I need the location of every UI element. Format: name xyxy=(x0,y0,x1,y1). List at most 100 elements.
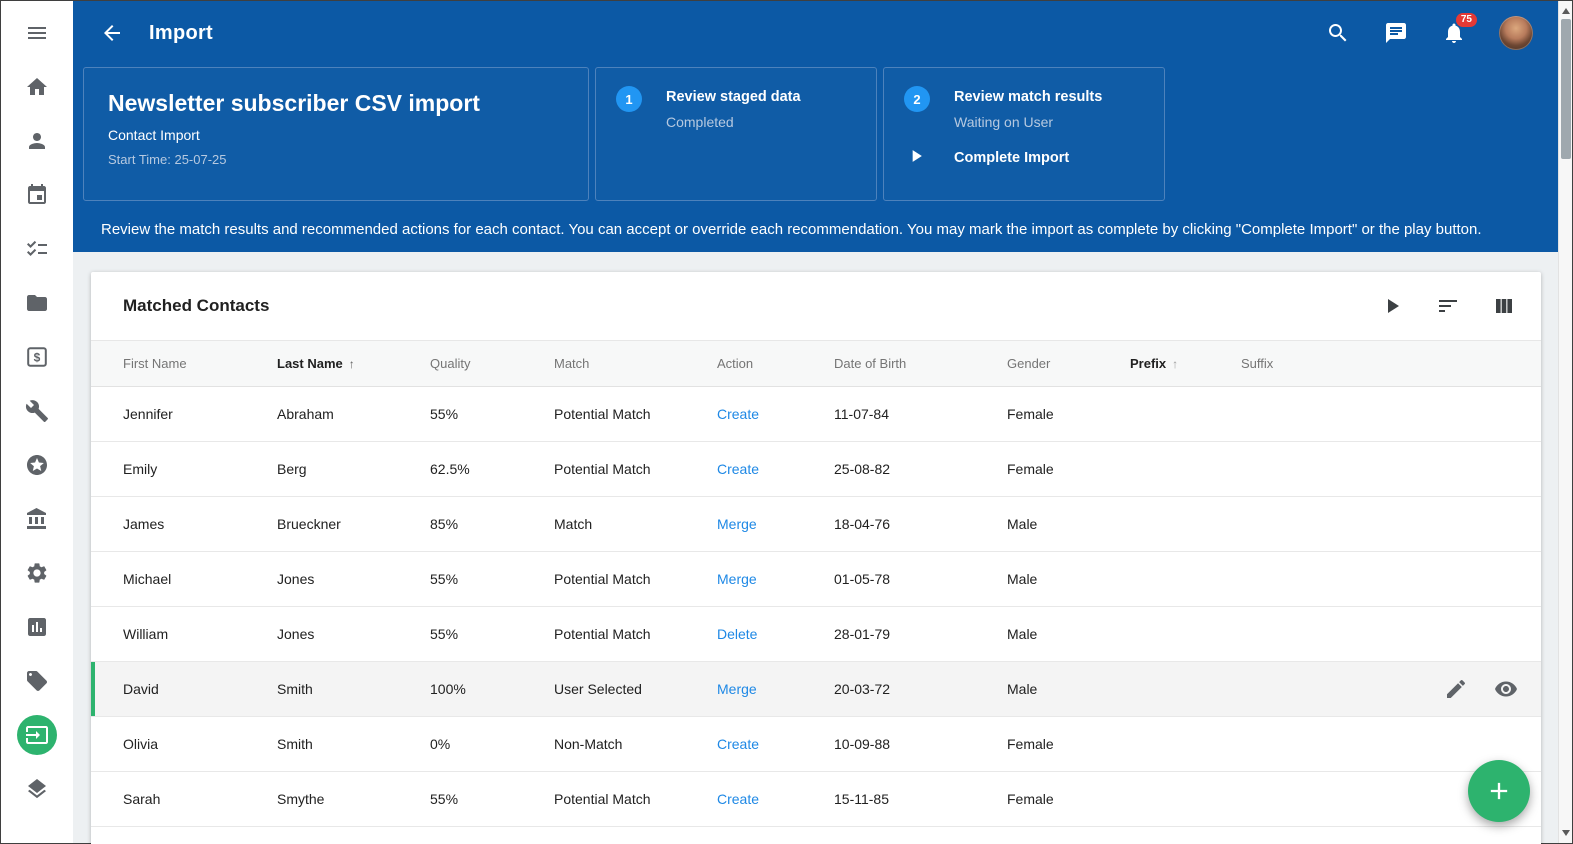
col-quality[interactable]: Quality xyxy=(430,356,554,371)
action-link[interactable]: Create xyxy=(717,791,834,807)
notifications-button[interactable]: 75 xyxy=(1441,20,1467,46)
wrench-icon xyxy=(25,399,49,423)
table-toolbar xyxy=(1379,293,1517,319)
cell-quality: 55% xyxy=(430,406,554,422)
table-row[interactable]: Sarah Smythe 55% Potential Match Create … xyxy=(91,772,1541,827)
sort-button[interactable] xyxy=(1435,293,1461,319)
action-link[interactable]: Merge xyxy=(717,571,834,587)
avatar[interactable] xyxy=(1499,16,1533,50)
table-header-row: First Name Last Name↑ Quality Match Acti… xyxy=(91,340,1541,387)
sidebar-item-import[interactable] xyxy=(17,715,57,755)
table-row[interactable]: Jennifer Abraham 55% Potential Match Cre… xyxy=(91,387,1541,442)
action-link[interactable]: Create xyxy=(717,461,834,477)
cell-gender: Female xyxy=(1007,406,1130,422)
cell-match: Potential Match xyxy=(554,571,717,587)
menu-button[interactable] xyxy=(17,13,57,53)
cell-last-name: Abraham xyxy=(277,406,430,422)
step-number-badge: 1 xyxy=(616,86,642,112)
action-link[interactable]: Merge xyxy=(717,681,834,697)
svg-text:$: $ xyxy=(34,351,41,365)
cell-last-name: Smith xyxy=(277,681,430,697)
checklist-icon xyxy=(25,237,49,261)
cell-gender: Male xyxy=(1007,516,1130,532)
import-cards: Newsletter subscriber CSV import Contact… xyxy=(83,67,1545,201)
complete-import-play-button[interactable] xyxy=(906,146,954,166)
col-first-name[interactable]: First Name xyxy=(123,356,277,371)
col-last-name[interactable]: Last Name↑ xyxy=(277,356,430,371)
play-icon xyxy=(1380,294,1404,318)
back-arrow-icon xyxy=(100,21,124,45)
chat-icon xyxy=(1384,21,1408,45)
cell-last-name: Jones xyxy=(277,626,430,642)
main-area: Import 75 Newsletter subscriber CSV i xyxy=(73,1,1559,843)
col-gender[interactable]: Gender xyxy=(1007,356,1130,371)
col-prefix[interactable]: Prefix↑ xyxy=(1130,356,1241,371)
sidebar-item-favorites[interactable] xyxy=(17,445,57,485)
sidebar-item-tags[interactable] xyxy=(17,661,57,701)
sidebar-item-reports[interactable] xyxy=(17,607,57,647)
col-action[interactable]: Action xyxy=(717,356,834,371)
edit-button[interactable] xyxy=(1443,676,1469,702)
col-match[interactable]: Match xyxy=(554,356,717,371)
table-row-selected[interactable]: David Smith 100% User Selected Merge 20-… xyxy=(91,662,1541,717)
back-button[interactable] xyxy=(99,20,125,46)
cell-match: User Selected xyxy=(554,681,717,697)
scroll-down-arrow[interactable] xyxy=(1562,830,1570,836)
sidebar-item-settings[interactable] xyxy=(17,553,57,593)
sidebar-item-checklist[interactable] xyxy=(17,229,57,269)
cell-match: Potential Match xyxy=(554,461,717,477)
table-row[interactable]: James Brueckner 85% Match Merge 18-04-76… xyxy=(91,497,1541,552)
row-actions xyxy=(1443,662,1519,716)
col-dob[interactable]: Date of Birth xyxy=(834,356,1007,371)
notification-badge: 75 xyxy=(1456,13,1477,27)
cell-last-name: Berg xyxy=(277,461,430,477)
sidebar-item-folder[interactable] xyxy=(17,283,57,323)
cell-gender: Male xyxy=(1007,681,1130,697)
sidebar-item-layers[interactable] xyxy=(17,769,57,809)
columns-icon xyxy=(1492,294,1516,318)
app-root: $ Import xyxy=(1,1,1559,843)
cell-gender: Male xyxy=(1007,626,1130,642)
table-row[interactable]: Michael Jones 55% Potential Match Merge … xyxy=(91,552,1541,607)
matched-contacts-card: Matched Contacts First Nam xyxy=(91,272,1541,844)
step-card-2: 2 Review match results Waiting on User C… xyxy=(883,67,1165,201)
action-link[interactable]: Create xyxy=(717,736,834,752)
action-link[interactable]: Delete xyxy=(717,626,834,642)
process-all-button[interactable] xyxy=(1379,293,1405,319)
sidebar: $ xyxy=(1,1,73,843)
sidebar-item-contacts[interactable] xyxy=(17,121,57,161)
import-type: Contact Import xyxy=(108,127,564,143)
scroll-up-arrow[interactable] xyxy=(1562,8,1570,14)
cell-first-name: Emily xyxy=(123,461,277,477)
sidebar-item-bank[interactable] xyxy=(17,499,57,539)
table-row[interactable]: Emily Berg 62.5% Potential Match Create … xyxy=(91,442,1541,497)
cell-gender: Female xyxy=(1007,461,1130,477)
sidebar-item-calendar[interactable] xyxy=(17,175,57,215)
table-row[interactable]: William Jones 55% Potential Match Delete… xyxy=(91,607,1541,662)
scrollbar[interactable] xyxy=(1558,1,1572,843)
sidebar-item-home[interactable] xyxy=(17,67,57,107)
columns-button[interactable] xyxy=(1491,293,1517,319)
cell-dob: 01-05-78 xyxy=(834,571,1007,587)
action-link[interactable]: Merge xyxy=(717,516,834,532)
cell-gender: Male xyxy=(1007,571,1130,587)
col-suffix[interactable]: Suffix xyxy=(1241,356,1541,371)
star-circle-icon xyxy=(25,453,49,477)
chat-button[interactable] xyxy=(1383,20,1409,46)
calendar-icon xyxy=(25,183,49,207)
view-button[interactable] xyxy=(1493,676,1519,702)
sidebar-item-billing[interactable]: $ xyxy=(17,337,57,377)
cell-first-name: Olivia xyxy=(123,736,277,752)
cell-gender: Female xyxy=(1007,791,1130,807)
sidebar-item-tools[interactable] xyxy=(17,391,57,431)
complete-import-button[interactable]: Complete Import xyxy=(954,149,1144,166)
search-button[interactable] xyxy=(1325,20,1351,46)
cell-match: Non-Match xyxy=(554,736,717,752)
add-contact-fab[interactable] xyxy=(1468,760,1530,822)
table-title: Matched Contacts xyxy=(123,296,269,316)
table-row[interactable]: Olivia Smith 0% Non-Match Create 10-09-8… xyxy=(91,717,1541,772)
scrollbar-thumb[interactable] xyxy=(1561,19,1571,159)
pencil-icon xyxy=(1444,677,1468,701)
gear-icon xyxy=(25,561,49,585)
action-link[interactable]: Create xyxy=(717,406,834,422)
